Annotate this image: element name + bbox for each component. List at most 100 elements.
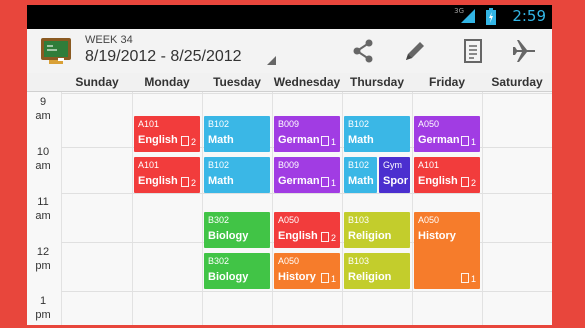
lesson-note-count: 2 <box>180 177 196 188</box>
device-frame: 3G 2:59 WEEK 34 8/19/2012 - 8/25/2012 Su… <box>0 0 585 328</box>
week-label[interactable]: WEEK 34 <box>85 34 133 46</box>
lesson-room: A050 <box>418 119 440 129</box>
lesson-subject: Religion <box>348 271 392 283</box>
hour-label: 12 pm <box>35 246 51 272</box>
note-icon <box>460 136 469 146</box>
lesson-room: B302 <box>208 215 230 225</box>
day-label-tuesday: Tuesday <box>213 75 261 89</box>
note-icon <box>180 177 189 187</box>
lesson-room: Gym <box>383 160 402 170</box>
lesson-subject: English <box>418 175 458 187</box>
lesson-room: A101 <box>138 160 160 170</box>
lesson-block[interactable]: B302 Biology <box>204 212 270 248</box>
lesson-room: B302 <box>208 256 230 266</box>
lesson-subject: German <box>278 134 320 146</box>
lesson-note-count: 1 <box>320 177 336 188</box>
lesson-block[interactable]: B009 German 1 <box>274 116 340 152</box>
lesson-room: A050 <box>418 215 440 225</box>
day-label-friday: Friday <box>428 75 465 89</box>
edit-pencil-icon[interactable] <box>401 37 429 65</box>
note-icon <box>320 177 329 187</box>
app-screen: 3G 2:59 WEEK 34 8/19/2012 - 8/25/2012 Su… <box>27 5 552 325</box>
lesson-block[interactable]: A050 English 2 <box>274 212 340 248</box>
lesson-block[interactable]: B302 Biology <box>204 253 270 289</box>
lesson-note-count: 1 <box>460 273 476 284</box>
day-label-wednesday: Wednesday <box>273 75 341 89</box>
airplane-mode-icon[interactable] <box>510 37 538 65</box>
chalkboard-app-icon[interactable] <box>40 36 72 66</box>
note-icon <box>320 273 329 283</box>
lesson-block[interactable]: B102 Math <box>344 157 377 193</box>
lesson-room: B102 <box>208 119 230 129</box>
day-label-thursday: Thursday <box>349 75 404 89</box>
lesson-room: B009 <box>278 160 300 170</box>
lesson-subject: Biology <box>208 230 249 242</box>
hour-label: 11 am <box>35 196 51 222</box>
lesson-room: A050 <box>278 256 300 266</box>
lesson-subject: Math <box>348 175 374 187</box>
notes-icon[interactable] <box>459 37 487 65</box>
lesson-room: B103 <box>348 215 370 225</box>
note-icon <box>320 232 329 242</box>
lesson-subject: English <box>138 175 178 187</box>
lesson-room: B102 <box>348 119 370 129</box>
lesson-block[interactable]: B102 Math <box>204 157 270 193</box>
dropdown-caret-icon <box>267 56 276 65</box>
lesson-subject: Math <box>208 134 234 146</box>
lesson-note-count: 2 <box>180 136 196 147</box>
lesson-subject: English <box>138 134 178 146</box>
note-icon <box>460 177 469 187</box>
lesson-block[interactable]: B102 Math <box>344 116 410 152</box>
lesson-room: A101 <box>138 119 160 129</box>
lesson-block[interactable]: A050 German 1 <box>414 116 480 152</box>
day-label-monday: Monday <box>144 75 190 89</box>
timetable-grid[interactable]: 9 am 10 am 11 am 12 pm 1 pm A101 English 2 A1… <box>27 92 552 325</box>
note-icon <box>460 273 469 283</box>
action-bar: WEEK 34 8/19/2012 - 8/25/2012 <box>27 29 552 74</box>
lesson-subject: History <box>418 230 456 242</box>
lesson-subject: History <box>278 271 316 283</box>
lesson-block[interactable]: B103 Religion <box>344 253 410 289</box>
lesson-subject: German <box>278 175 320 187</box>
lesson-room: B102 <box>208 160 230 170</box>
lesson-block[interactable]: B102 Math <box>204 116 270 152</box>
day-label-sunday: Sunday <box>75 75 119 89</box>
lesson-note-count: 1 <box>460 136 476 147</box>
hour-label: 10 am <box>35 146 51 172</box>
lesson-note-count: 2 <box>320 232 336 243</box>
lesson-block[interactable]: Gym Spor <box>379 157 410 193</box>
lesson-subject: Biology <box>208 271 249 283</box>
weekday-header: Sunday Monday Tuesday Wednesday Thursday… <box>27 73 552 92</box>
lesson-block[interactable]: B103 Religion <box>344 212 410 248</box>
lesson-room: B009 <box>278 119 300 129</box>
signal-icon <box>461 9 475 23</box>
note-icon <box>180 136 189 146</box>
clock: 2:59 <box>512 7 546 25</box>
lesson-block[interactable]: B009 German 1 <box>274 157 340 193</box>
lesson-note-count: 2 <box>460 177 476 188</box>
lesson-block[interactable]: A050 History 1 <box>414 212 480 289</box>
lesson-room: A050 <box>278 215 300 225</box>
status-bar: 3G 2:59 <box>27 5 552 29</box>
lesson-room: A101 <box>418 160 440 170</box>
date-range-selector[interactable]: 8/19/2012 - 8/25/2012 <box>85 48 242 66</box>
lesson-block[interactable]: A050 History 1 <box>274 253 340 289</box>
grid-hour-line <box>61 193 552 194</box>
lesson-subject: Math <box>348 134 374 146</box>
grid-hour-line <box>61 93 552 94</box>
lesson-block[interactable]: A101 English 2 <box>134 157 200 193</box>
lesson-room: B102 <box>348 160 370 170</box>
lesson-subject: Religion <box>348 230 392 242</box>
grid-hour-line <box>61 291 552 292</box>
share-icon[interactable] <box>349 37 377 65</box>
lesson-subject: English <box>278 230 318 242</box>
lesson-note-count: 1 <box>320 273 336 284</box>
lesson-note-count: 1 <box>320 136 336 147</box>
battery-icon <box>486 8 496 25</box>
lesson-room: B103 <box>348 256 370 266</box>
lesson-subject: Spor <box>383 175 409 187</box>
lesson-block[interactable]: A101 English 2 <box>134 116 200 152</box>
lesson-subject: German <box>418 134 460 146</box>
lesson-block[interactable]: A101 English 2 <box>414 157 480 193</box>
hour-label: 1 pm <box>35 295 51 321</box>
